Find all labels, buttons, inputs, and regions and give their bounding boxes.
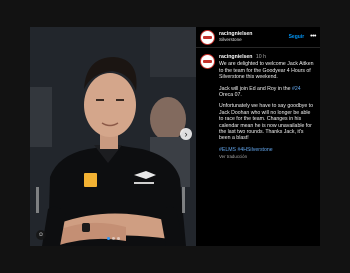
caption-text: Oreca 07. xyxy=(219,92,242,99)
avatar[interactable] xyxy=(200,29,215,45)
carousel-indicator xyxy=(30,234,196,240)
hashtag-links[interactable]: #ELMS #4HSilverstone xyxy=(219,147,316,153)
follow-button[interactable]: Seguir xyxy=(289,34,305,40)
caption-text: Jack will join Ed and Roy in the xyxy=(219,85,292,92)
post-photo[interactable]: › ☺ xyxy=(30,27,196,246)
post-sidebar: racingnielsen Silverstone Seguir ••• rac… xyxy=(196,27,320,246)
see-translation-link[interactable]: Ver traducción xyxy=(219,154,316,160)
caption-avatar[interactable] xyxy=(200,54,215,69)
carousel-dot xyxy=(106,237,110,240)
post-header: racingnielsen Silverstone Seguir ••• xyxy=(196,27,320,48)
location-link[interactable]: Silverstone xyxy=(219,37,289,43)
caption-paragraph-1: We are delighted to welcome Jack Aitken … xyxy=(219,61,314,81)
caption-body: racingnielsen 10 h We are delighted to w… xyxy=(219,54,316,161)
post-caption: racingnielsen 10 h We are delighted to w… xyxy=(196,48,320,161)
caption-header: racingnielsen 10 h xyxy=(219,54,316,60)
carousel-dot xyxy=(111,237,115,240)
driver-photo-illustration xyxy=(30,27,196,246)
caption-username[interactable]: racingnielsen xyxy=(219,54,252,60)
instagram-post: › ☺ racingnielsen Silverstone Seguir •••… xyxy=(30,27,320,246)
hashtag-link[interactable]: #24 xyxy=(292,86,301,92)
post-author: racingnielsen Silverstone xyxy=(219,31,289,43)
carousel-dot xyxy=(116,237,120,240)
caption-paragraph-3: Unfortunately we have to say goodbye to … xyxy=(219,103,314,142)
next-photo-button[interactable]: › xyxy=(180,128,192,140)
more-options-icon[interactable]: ••• xyxy=(310,33,316,40)
caption-paragraph-2: Jack will join Ed and Roy in the #24 Ore… xyxy=(219,86,316,99)
post-time[interactable]: 10 h xyxy=(256,54,266,60)
